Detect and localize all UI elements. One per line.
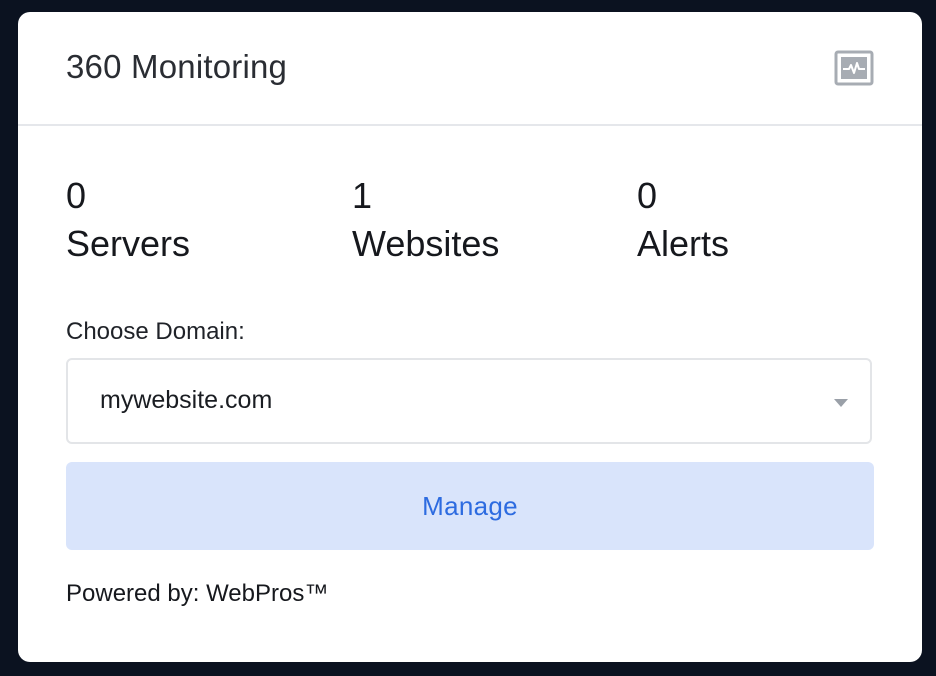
alerts-count: 0 xyxy=(637,175,658,216)
monitoring-card: 360 Monitoring 0 Servers 1 Websites 0 Al… xyxy=(18,12,922,662)
servers-stat: 0 Servers xyxy=(66,176,190,266)
card-title: 360 Monitoring xyxy=(66,48,288,85)
websites-label: Websites xyxy=(352,223,500,264)
domain-selected-value: mywebsite.com xyxy=(100,386,273,414)
servers-count: 0 xyxy=(66,175,87,216)
domain-select[interactable]: mywebsite.com xyxy=(66,358,872,444)
servers-label: Servers xyxy=(66,223,191,264)
choose-domain-label: Choose Domain: xyxy=(66,318,245,345)
alerts-stat: 0 Alerts xyxy=(637,176,729,266)
chevron-down-icon xyxy=(834,399,848,407)
manage-button[interactable]: Manage xyxy=(66,462,874,550)
alerts-label: Alerts xyxy=(637,223,730,264)
websites-stat: 1 Websites xyxy=(352,176,499,266)
card-header: 360 Monitoring xyxy=(18,12,922,126)
websites-count: 1 xyxy=(352,175,373,216)
powered-by-text: Powered by: WebPros™ xyxy=(66,580,329,607)
activity-monitor-icon[interactable] xyxy=(834,50,874,86)
